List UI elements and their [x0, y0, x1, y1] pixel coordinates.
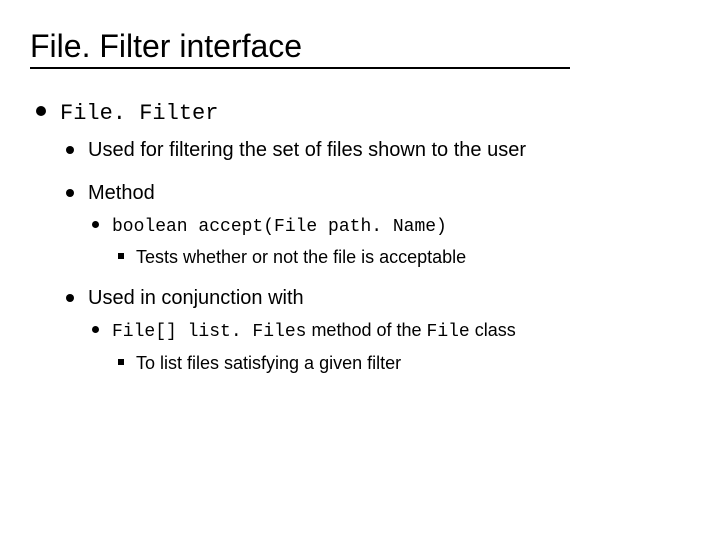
title-wrap: File. Filter interface	[30, 28, 690, 69]
bullet-list-lvl1: File. Filter Used for filtering the set …	[30, 97, 690, 375]
bullet-list-lvl4: Tests whether or not the file is accepta…	[112, 245, 690, 269]
slide-title: File. Filter interface	[30, 28, 690, 65]
body-text: Used in conjunction with	[88, 287, 304, 309]
slide-content: File. Filter Used for filtering the set …	[30, 73, 690, 375]
list-item: File. Filter Used for filtering the set …	[30, 97, 690, 375]
list-item: Method boolean accept(File path. Name) T…	[60, 180, 690, 270]
slide: File. Filter interface File. Filter Used…	[0, 0, 720, 540]
body-text: Tests whether or not the file is accepta…	[136, 247, 466, 267]
bullet-list-lvl2: Used for filtering the set of files show…	[60, 137, 690, 375]
body-text: Method	[88, 182, 155, 204]
code-text: File[] list. Files	[112, 322, 306, 342]
bullet-list-lvl4: To list files satisfying a given filter	[112, 351, 690, 375]
body-text: class	[470, 320, 516, 340]
list-item: File[] list. Files method of the File cl…	[88, 318, 690, 375]
bullet-list-lvl3: File[] list. Files method of the File cl…	[88, 318, 690, 375]
list-item: boolean accept(File path. Name) Tests wh…	[88, 213, 690, 270]
code-text: File. Filter	[60, 101, 218, 126]
body-text: To list files satisfying a given filter	[136, 353, 401, 373]
list-item: Tests whether or not the file is accepta…	[112, 245, 690, 269]
list-item: To list files satisfying a given filter	[112, 351, 690, 375]
list-item: Used in conjunction with File[] list. Fi…	[60, 285, 690, 375]
list-item: Used for filtering the set of files show…	[60, 137, 690, 164]
bullet-list-lvl3: boolean accept(File path. Name) Tests wh…	[88, 213, 690, 270]
title-underline	[30, 67, 570, 69]
code-text: File	[427, 322, 470, 342]
code-text: boolean accept(File path. Name)	[112, 217, 447, 237]
body-text: Used for filtering the set of files show…	[88, 139, 526, 161]
body-text: method of the	[306, 320, 426, 340]
